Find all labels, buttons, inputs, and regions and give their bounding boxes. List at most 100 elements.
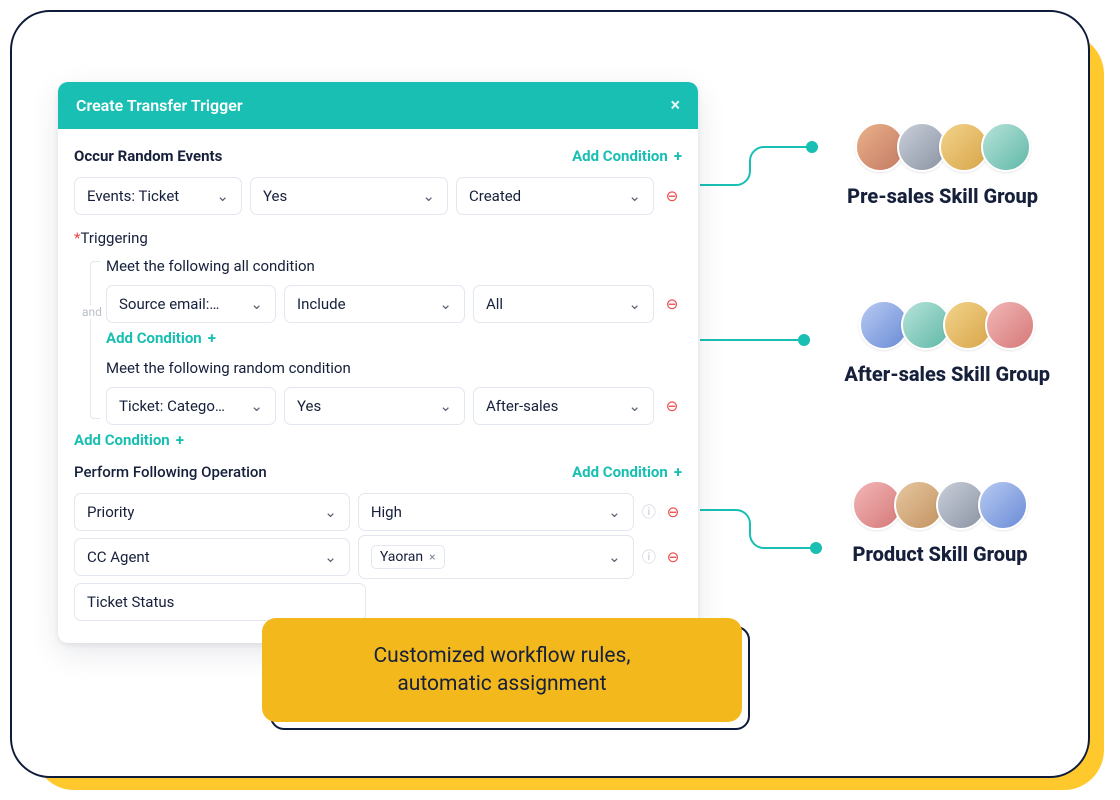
section-label: Occur Random Events (74, 147, 222, 165)
select-text: Created (469, 187, 521, 205)
avatars (859, 300, 1035, 350)
remove-row-button[interactable]: ⊖ (664, 548, 682, 566)
event-yes-select[interactable]: Yes ⌄ (250, 177, 448, 215)
agent-tag[interactable]: Yaoran × (371, 545, 445, 569)
select-text: Priority (87, 503, 134, 521)
close-icon[interactable]: × (429, 550, 435, 564)
avatar (978, 480, 1028, 530)
chevron-down-icon: ⌄ (439, 295, 452, 313)
info-icon: ⓘ (642, 502, 656, 522)
avatars (852, 480, 1028, 530)
plus-icon: + (674, 463, 682, 481)
chevron-down-icon: ⌄ (422, 187, 435, 205)
cc-agent-select[interactable]: CC Agent ⌄ (74, 538, 350, 576)
close-icon[interactable]: × (670, 97, 680, 115)
chevron-down-icon: ⌄ (439, 397, 452, 415)
avatars (855, 122, 1031, 172)
chevron-down-icon: ⌄ (216, 187, 229, 205)
event-row: Events: Ticket ⌄ Yes ⌄ Created ⌄ ⊖ (74, 177, 682, 215)
info-icon: ⓘ (642, 547, 656, 567)
remove-row-button[interactable]: ⊖ (662, 187, 682, 205)
meet-random-label: Meet the following random condition (90, 349, 682, 383)
select-text: High (371, 503, 402, 521)
select-text: After-sales (486, 397, 558, 415)
chevron-down-icon: ⌄ (250, 397, 263, 415)
group-label: Pre-sales Skill Group (847, 184, 1038, 208)
plus-icon: + (674, 147, 682, 165)
add-condition-label: Add Condition (572, 463, 668, 481)
modal-title: Create Transfer Trigger (76, 96, 243, 115)
chevron-down-icon: ⌄ (608, 503, 621, 521)
chevron-down-icon: ⌄ (250, 295, 263, 313)
triggering-label-row: *Triggering (74, 219, 682, 247)
cc-agent-value-select[interactable]: Yaoran × ⌄ (358, 535, 634, 579)
select-text: Events: Ticket (87, 187, 179, 205)
chevron-down-icon: ⌄ (628, 295, 641, 313)
select-text: All (486, 295, 503, 313)
select-text: Source email:… (119, 295, 219, 313)
and-label: and (80, 305, 104, 319)
select-text: Yes (297, 397, 321, 415)
chevron-down-icon: ⌄ (324, 548, 337, 566)
ticket-status-select[interactable]: Ticket Status ⌄ (74, 583, 366, 621)
plus-icon: + (176, 431, 184, 449)
section-occur-events: Occur Random Events Add Condition + (74, 141, 682, 173)
agent-tag-label: Yaoran (380, 549, 423, 565)
include-select[interactable]: Include ⌄ (284, 285, 465, 323)
add-condition-button[interactable]: Add Condition + (106, 329, 216, 347)
stage: Create Transfer Trigger × Occur Random E… (10, 10, 1090, 778)
cond-all-row: Source email:… ⌄ Include ⌄ All ⌄ ⊖ (106, 285, 682, 323)
ticket-category-select[interactable]: Ticket: Catego… ⌄ (106, 387, 276, 425)
all-select[interactable]: All ⌄ (473, 285, 654, 323)
select-text: Ticket: Catego… (119, 397, 225, 415)
callout-box: Customized workflow rules, automatic ass… (262, 618, 742, 722)
triggering-block: and Meet the following all condition Sou… (90, 247, 682, 425)
priority-value-select[interactable]: High ⌄ (358, 493, 634, 531)
triggering-label: Triggering (80, 229, 147, 247)
group-label: After-sales Skill Group (844, 362, 1050, 386)
source-email-select[interactable]: Source email:… ⌄ (106, 285, 276, 323)
plus-icon: + (208, 329, 216, 347)
add-condition-button[interactable]: Add Condition + (572, 463, 682, 481)
remove-row-button[interactable]: ⊖ (662, 397, 682, 415)
remove-row-button[interactable]: ⊖ (662, 295, 682, 313)
priority-select[interactable]: Priority ⌄ (74, 493, 350, 531)
create-transfer-trigger-modal: Create Transfer Trigger × Occur Random E… (58, 82, 698, 643)
canvas: Create Transfer Trigger × Occur Random E… (10, 10, 1100, 790)
select-text: Include (297, 295, 346, 313)
op-priority-row: Priority ⌄ High ⌄ ⓘ ⊖ (74, 493, 682, 531)
op-ccagent-row: CC Agent ⌄ Yaoran × ⌄ ⓘ ⊖ (74, 535, 682, 579)
add-condition-label: Add Condition (74, 431, 170, 449)
avatar (981, 122, 1031, 172)
callout-line2: automatic assignment (397, 672, 606, 696)
callout-text: Customized workflow rules, automatic ass… (373, 642, 630, 699)
group-label: Product Skill Group (852, 542, 1027, 566)
events-ticket-select[interactable]: Events: Ticket ⌄ (74, 177, 242, 215)
add-condition-label: Add Condition (106, 329, 202, 347)
meet-all-label: Meet the following all condition (90, 247, 682, 281)
bracket-decoration (90, 261, 100, 419)
select-text: Ticket Status (87, 593, 174, 611)
select-text: CC Agent (87, 548, 150, 566)
after-sales-select[interactable]: After-sales ⌄ (473, 387, 654, 425)
cond-random-row: Ticket: Catego… ⌄ Yes ⌄ After-sales ⌄ ⊖ (106, 387, 682, 425)
section-label: Perform Following Operation (74, 463, 267, 481)
chevron-down-icon: ⌄ (628, 187, 641, 205)
chevron-down-icon: ⌄ (324, 503, 337, 521)
cond-yes-select[interactable]: Yes ⌄ (284, 387, 465, 425)
section-perform: Perform Following Operation Add Conditio… (74, 457, 682, 489)
select-text: Yes (263, 187, 287, 205)
add-condition-button[interactable]: Add Condition + (572, 147, 682, 165)
modal-header: Create Transfer Trigger × (58, 82, 698, 129)
presales-skill-group: Pre-sales Skill Group (847, 122, 1038, 208)
event-created-select[interactable]: Created ⌄ (456, 177, 654, 215)
modal-body: Occur Random Events Add Condition + Even… (58, 129, 698, 643)
remove-row-button[interactable]: ⊖ (664, 503, 682, 521)
aftersales-skill-group: After-sales Skill Group (844, 300, 1050, 386)
callout-line1: Customized workflow rules, (373, 644, 630, 668)
add-condition-label: Add Condition (572, 147, 668, 165)
chevron-down-icon: ⌄ (608, 548, 621, 566)
add-condition-button[interactable]: Add Condition + (74, 431, 184, 449)
chevron-down-icon: ⌄ (628, 397, 641, 415)
avatar (985, 300, 1035, 350)
